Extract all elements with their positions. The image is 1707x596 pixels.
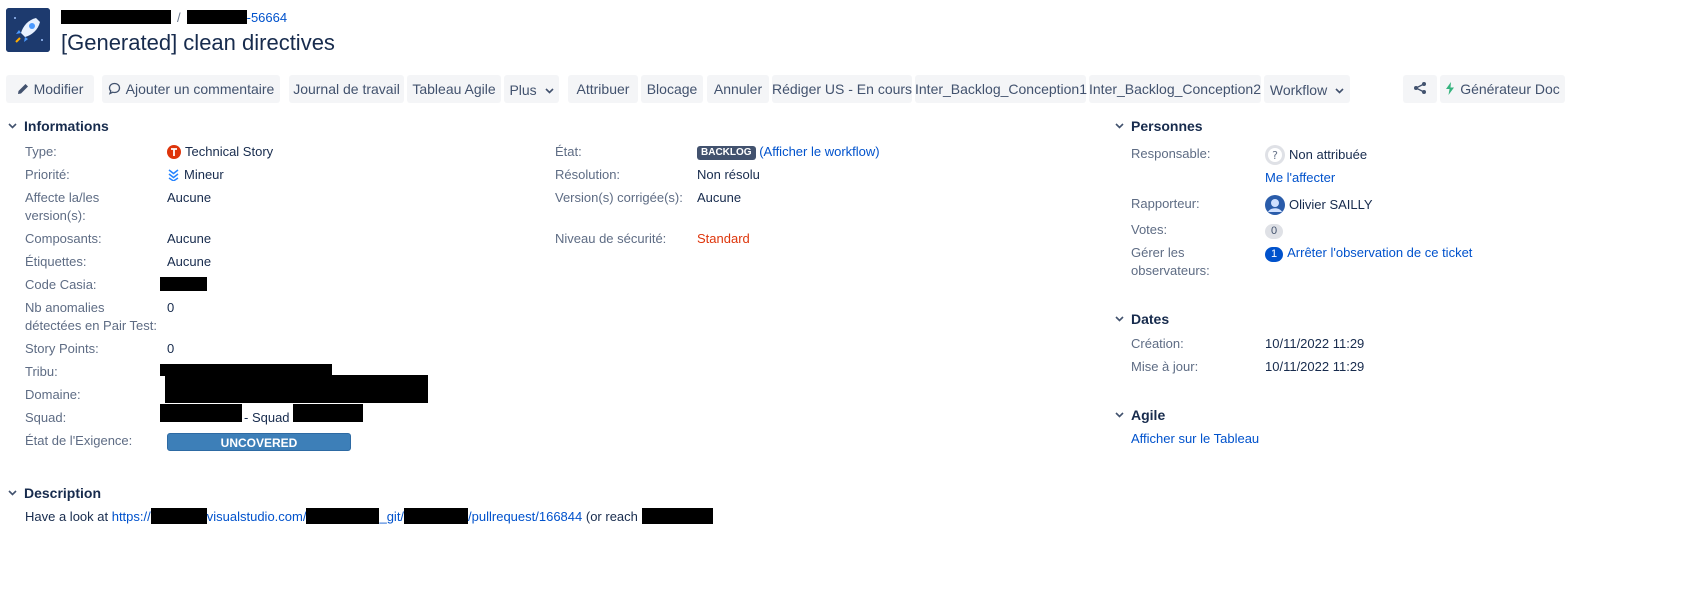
share-button[interactable] <box>1403 75 1437 103</box>
comment-icon <box>108 76 121 104</box>
labels-value: Aucune <box>167 254 212 269</box>
chevron-down-icon <box>544 75 554 103</box>
story-points-value: 0 <box>167 341 175 356</box>
squad-value: - Squad <box>244 410 290 425</box>
write-us-button[interactable]: Rédiger US - En cours <box>772 75 912 103</box>
redacted-squad-suffix <box>293 404 363 422</box>
informations-section-header[interactable]: Informations <box>8 118 109 134</box>
updated-value: 10/11/2022 11:29 <box>1265 359 1365 374</box>
page-title: [Generated] clean directives <box>61 30 335 55</box>
lightning-icon <box>1445 76 1455 104</box>
chevron-down-icon <box>8 116 17 129</box>
status-lozenge: BACKLOG <box>697 146 756 160</box>
assignee-value: ? Non attribuée <box>1265 145 1367 170</box>
redacted-squad-prefix <box>160 404 242 422</box>
more-dropdown-button[interactable]: Plus <box>504 75 559 103</box>
exigence-status-badge: UNCOVERED <box>167 433 351 451</box>
cancel-button[interactable]: Annuler <box>707 75 769 103</box>
share-icon <box>1413 76 1427 104</box>
exigence-label: État de l'Exigence: <box>25 433 133 448</box>
reporter-avatar <box>1265 195 1285 220</box>
squad-label: Squad: <box>25 410 67 425</box>
components-label: Composants: <box>25 231 102 246</box>
description-section-header[interactable]: Description <box>8 485 101 501</box>
resolution-value: Non résolu <box>697 167 760 182</box>
redacted-url-part-1 <box>150 508 207 524</box>
reporter-value[interactable]: Olivier SAILLY <box>1265 195 1373 220</box>
affects-version-label: Affecte la/les version(s): <box>25 190 100 223</box>
status-value: BACKLOG (Afficher le workflow) <box>697 143 880 161</box>
redacted-project-name <box>61 10 171 24</box>
status-label: État: <box>555 144 582 159</box>
add-comment-button[interactable]: Ajouter un commentaire <box>102 75 280 103</box>
technical-story-icon <box>167 145 181 164</box>
agile-section-header[interactable]: Agile <box>1115 407 1165 423</box>
domaine-label: Domaine: <box>25 387 81 402</box>
tribu-label: Tribu: <box>25 364 58 379</box>
people-section-header[interactable]: Personnes <box>1115 118 1203 134</box>
rocket-icon <box>6 8 50 52</box>
inter-backlog-2-button[interactable]: Inter_Backlog_Conception2 <box>1089 75 1261 103</box>
updated-label: Mise à jour: <box>1131 359 1199 374</box>
pencil-icon <box>17 76 29 104</box>
assignee-label: Responsable: <box>1131 146 1211 161</box>
pull-request-link[interactable]: https://visualstudio.com/_git//pullreque… <box>112 508 582 524</box>
security-value: Standard <box>697 231 750 246</box>
minor-priority-icon <box>167 168 180 186</box>
story-points-label: Story Points: <box>25 341 99 356</box>
stop-watching-link[interactable]: Arrêter l'observation de ce ticket <box>1287 245 1472 260</box>
redacted-url-part-3 <box>404 508 469 524</box>
chevron-down-icon <box>1115 309 1124 322</box>
security-label: Niveau de sécurité: <box>555 231 667 246</box>
unassigned-avatar-icon: ? <box>1265 145 1285 170</box>
redacted-contact <box>641 508 713 524</box>
inter-backlog-1-button[interactable]: Inter_Backlog_Conception1 <box>915 75 1087 103</box>
assign-to-me-link[interactable]: Me l'affecter <box>1265 169 1335 187</box>
work-log-button[interactable]: Journal de travail <box>289 75 404 103</box>
redacted-code-casia <box>160 277 207 291</box>
watchers-value: 1 Arrêter l'observation de ce ticket <box>1265 244 1472 262</box>
type-label: Type: <box>25 144 57 159</box>
code-casia-label: Code Casia: <box>25 277 97 292</box>
anomalies-label: Nb anomalies détectées en Pair Test: <box>25 300 158 333</box>
doc-generator-button[interactable]: Générateur Doc <box>1440 75 1565 103</box>
created-value: 10/11/2022 11:29 <box>1265 336 1365 351</box>
anomalies-value: 0 <box>167 300 175 315</box>
block-button[interactable]: Blocage <box>641 75 703 103</box>
edit-button[interactable]: Modifier <box>6 75 94 103</box>
chevron-down-icon <box>8 483 17 496</box>
watchers-label: Gérer les observateurs: <box>1131 245 1210 278</box>
type-value: Technical Story <box>167 143 273 164</box>
priority-label: Priorité: <box>25 167 70 182</box>
votes-label: Votes: <box>1131 222 1168 237</box>
created-label: Création: <box>1131 336 1184 351</box>
breadcrumb: / -56664 <box>61 10 287 25</box>
watchers-count-badge[interactable]: 1 <box>1265 247 1284 262</box>
view-on-board-link[interactable]: Afficher sur le Tableau <box>1131 430 1259 448</box>
view-workflow-link[interactable]: (Afficher le workflow) <box>759 144 879 159</box>
resolution-label: Résolution: <box>555 167 621 182</box>
svg-text:?: ? <box>1272 149 1278 162</box>
components-value: Aucune <box>167 231 212 246</box>
redacted-domaine <box>165 375 428 403</box>
assign-button[interactable]: Attribuer <box>568 75 638 103</box>
affects-version-value: Aucune <box>167 190 212 205</box>
chevron-down-icon <box>1115 405 1124 418</box>
reporter-label: Rapporteur: <box>1131 196 1200 211</box>
fix-version-label: Version(s) corrigée(s): <box>555 190 683 205</box>
priority-value: Mineur <box>167 166 224 186</box>
labels-label: Étiquettes: <box>25 254 87 269</box>
dates-section-header[interactable]: Dates <box>1115 311 1169 327</box>
redacted-url-part-2 <box>306 508 380 524</box>
project-avatar[interactable] <box>6 8 50 52</box>
chevron-down-icon <box>1335 75 1344 103</box>
agile-board-button[interactable]: Tableau Agile <box>407 75 501 103</box>
fix-version-value: Aucune <box>697 190 742 205</box>
issue-key-link[interactable]: -56664 <box>247 10 287 25</box>
description-text: Have a look at https://visualstudio.com/… <box>25 508 713 526</box>
redacted-key-prefix <box>186 10 247 24</box>
workflow-dropdown-button[interactable]: Workflow <box>1264 75 1350 103</box>
chevron-down-icon <box>1115 116 1124 129</box>
votes-value[interactable]: 0 <box>1265 221 1284 239</box>
